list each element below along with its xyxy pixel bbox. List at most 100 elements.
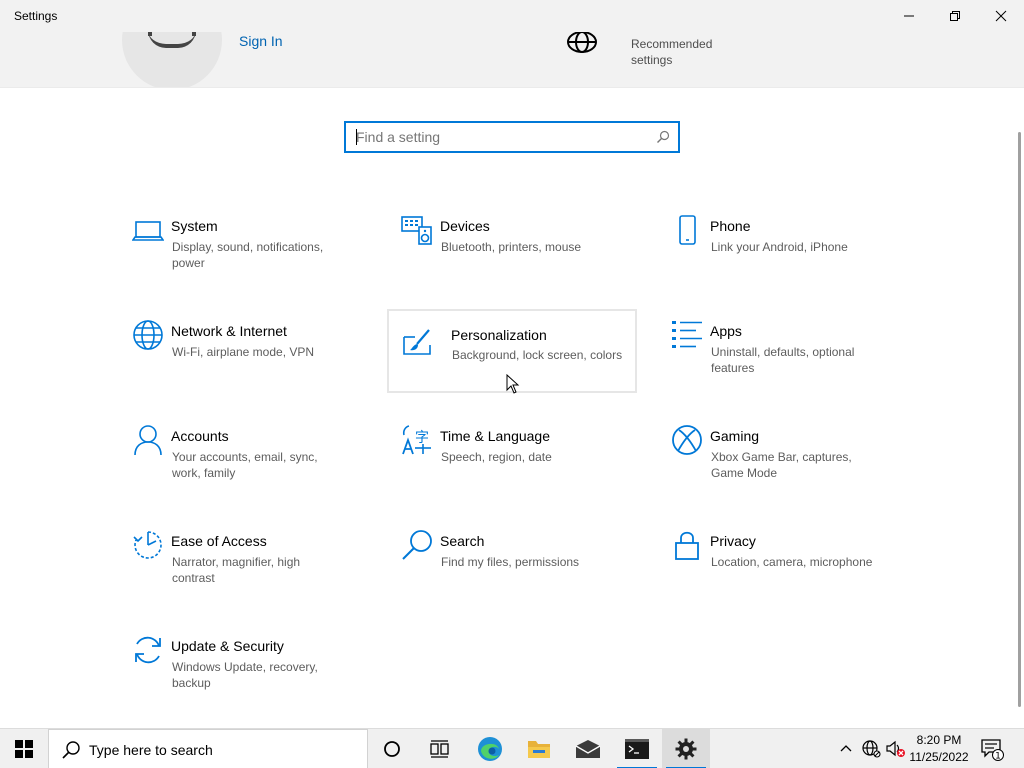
search-icon xyxy=(402,530,432,560)
tile-title: Devices xyxy=(440,218,490,234)
close-button[interactable] xyxy=(978,0,1024,32)
globe-shield-icon[interactable] xyxy=(566,32,598,58)
mail-icon xyxy=(575,740,601,758)
tile-title: Phone xyxy=(710,218,751,234)
avatar[interactable] xyxy=(122,32,222,87)
tile-title: Time & Language xyxy=(440,428,550,444)
tile-description: Find my files, permissions xyxy=(441,555,580,569)
laptop-icon xyxy=(132,221,164,241)
tile-search[interactable]: Search Find my files, permissions xyxy=(389,523,639,607)
tile-gaming[interactable]: Gaming Xbox Game Bar, captures, Game Mod… xyxy=(659,418,909,502)
lock-icon xyxy=(675,531,699,560)
action-center-button[interactable]: 1 xyxy=(980,737,1004,762)
taskbar: Type here to search 8:20 PM 11/25/2022 1 xyxy=(0,728,1024,768)
minimize-icon xyxy=(904,15,914,17)
maximize-button[interactable] xyxy=(932,0,978,32)
keyboard-speaker-icon xyxy=(401,216,432,245)
apps-list-icon xyxy=(672,321,702,348)
tile-ease-of-access[interactable]: Ease of Access Narrator, magnifier, high… xyxy=(120,523,370,607)
clock-time: 8:20 PM xyxy=(916,733,962,747)
sync-icon xyxy=(135,636,161,664)
tile-title: Network & Internet xyxy=(171,323,287,339)
tile-title: Apps xyxy=(710,323,742,339)
notification-count: 1 xyxy=(995,752,1001,762)
tile-description: Xbox Game Bar, captures, Game Mode xyxy=(711,450,852,480)
tile-title: Personalization xyxy=(451,327,547,343)
mouse-cursor-icon xyxy=(506,374,520,394)
find-setting-search[interactable] xyxy=(344,121,680,153)
time-language-icon: 字 xyxy=(402,425,431,455)
tile-description: Speech, region, date xyxy=(441,450,552,464)
tile-title: Search xyxy=(440,533,485,549)
tile-time-language[interactable]: 字 Time & Language Speech, region, date xyxy=(389,418,639,502)
speaker-muted-icon[interactable] xyxy=(886,740,906,758)
clock[interactable]: 8:20 PM 11/25/2022 xyxy=(906,732,972,766)
windows-logo-icon xyxy=(15,740,33,758)
user-placeholder-icon xyxy=(148,32,196,48)
tile-description: Bluetooth, printers, mouse xyxy=(441,240,582,254)
mail-taskbar-button[interactable] xyxy=(564,729,612,768)
recommended-settings-link[interactable]: Recommended settings xyxy=(631,36,741,68)
tile-title: Ease of Access xyxy=(171,533,267,549)
window-title: Settings xyxy=(14,9,58,23)
search-icon xyxy=(62,741,80,759)
tile-description: Narrator, magnifier, high contrast xyxy=(172,555,301,585)
sign-in-link[interactable]: Sign In xyxy=(239,33,283,49)
tile-devices[interactable]: Devices Bluetooth, printers, mouse xyxy=(389,208,639,292)
tile-title: Accounts xyxy=(171,428,229,444)
cortana-button[interactable] xyxy=(368,729,416,768)
settings-taskbar-button[interactable] xyxy=(662,729,710,768)
svg-text:字: 字 xyxy=(415,430,429,446)
tile-description: Windows Update, recovery, backup xyxy=(172,660,318,690)
tile-system[interactable]: System Display, sound, notifications, po… xyxy=(120,208,370,292)
ease-of-access-icon xyxy=(133,531,162,559)
tile-privacy[interactable]: Privacy Location, camera, microphone xyxy=(659,523,909,607)
tile-apps[interactable]: Apps Uninstall, defaults, optional featu… xyxy=(659,313,909,397)
taskbar-search-box[interactable]: Type here to search xyxy=(48,729,368,768)
file-explorer-taskbar-button[interactable] xyxy=(515,729,563,768)
paint-brush-icon xyxy=(403,329,431,355)
start-button[interactable] xyxy=(0,729,48,768)
tile-description: Location, camera, microphone xyxy=(711,555,873,569)
file-explorer-icon xyxy=(528,741,550,758)
tile-title: System xyxy=(171,218,218,234)
tile-accounts[interactable]: Accounts Your accounts, email, sync, wor… xyxy=(120,418,370,502)
tile-description: Link your Android, iPhone xyxy=(711,240,848,254)
edge-taskbar-button[interactable] xyxy=(466,729,514,768)
task-view-icon xyxy=(430,740,449,758)
tile-description: Uninstall, defaults, optional features xyxy=(711,345,855,375)
terminal-icon xyxy=(625,739,649,759)
tile-network[interactable]: Network & Internet Wi-Fi, airplane mode,… xyxy=(120,313,370,397)
tile-description: Background, lock screen, colors xyxy=(452,348,623,362)
person-icon xyxy=(134,425,162,456)
account-header: Sign In Recommended settings xyxy=(0,32,1024,88)
tile-title: Update & Security xyxy=(171,638,284,654)
tile-description: Wi-Fi, airplane mode, VPN xyxy=(172,345,315,359)
search-input[interactable] xyxy=(346,123,646,151)
tile-description: Display, sound, notifications, power xyxy=(172,240,324,270)
scrollbar[interactable] xyxy=(1018,132,1021,707)
minimize-button[interactable] xyxy=(886,0,932,32)
cortana-icon xyxy=(384,741,400,757)
network-globe-icon[interactable] xyxy=(862,740,882,758)
taskbar-search-placeholder: Type here to search xyxy=(89,742,213,758)
title-bar: Settings xyxy=(0,0,1024,32)
tile-title: Privacy xyxy=(710,533,756,549)
tile-description: Your accounts, email, sync, work, family xyxy=(172,450,318,480)
notification-icon: 1 xyxy=(981,739,1004,762)
xbox-icon xyxy=(672,425,702,455)
tile-update-security[interactable]: Update & Security Windows Update, recove… xyxy=(120,628,370,712)
edge-icon xyxy=(478,737,502,761)
terminal-taskbar-button[interactable] xyxy=(613,729,661,768)
chevron-up-icon[interactable] xyxy=(840,743,852,753)
tile-title: Gaming xyxy=(710,428,760,444)
settings-icon xyxy=(675,738,697,760)
text-caret xyxy=(356,129,357,145)
globe-icon xyxy=(133,320,163,350)
task-view-button[interactable] xyxy=(416,729,464,768)
restore-icon xyxy=(950,11,960,21)
search-icon[interactable] xyxy=(656,130,670,144)
tile-phone[interactable]: Phone Link your Android, iPhone xyxy=(659,208,909,292)
close-icon xyxy=(995,10,1007,22)
clock-date: 11/25/2022 xyxy=(909,750,969,764)
